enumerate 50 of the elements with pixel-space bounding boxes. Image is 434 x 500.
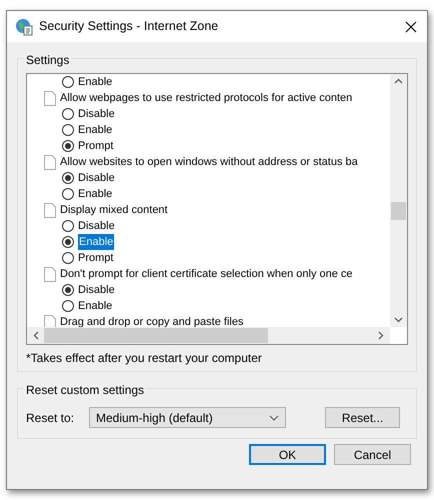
radio-button[interactable] bbox=[62, 108, 74, 120]
option-label[interactable]: Disable bbox=[78, 170, 115, 186]
dialog-button[interactable]: Cancel bbox=[334, 444, 411, 465]
option-label[interactable]: Enable bbox=[78, 74, 112, 90]
radio-button[interactable] bbox=[62, 140, 74, 152]
radio-button[interactable] bbox=[62, 300, 74, 312]
radio-button[interactable] bbox=[62, 252, 74, 264]
dialog-button[interactable]: OK bbox=[249, 444, 326, 465]
document-icon bbox=[44, 154, 56, 170]
reset-label: Reset to: bbox=[26, 410, 76, 426]
scroll-thumb[interactable] bbox=[44, 328, 268, 343]
radio-button[interactable] bbox=[62, 76, 74, 88]
scroll-down-icon[interactable] bbox=[394, 317, 403, 323]
window-title: Security Settings - Internet Zone bbox=[39, 18, 220, 36]
setting-label: Don't prompt for client certificate selection when only one ce bbox=[60, 266, 353, 282]
radio-button[interactable] bbox=[62, 236, 74, 248]
radio-button[interactable] bbox=[62, 284, 74, 296]
scroll-thumb[interactable] bbox=[391, 202, 406, 220]
document-icon bbox=[44, 202, 56, 218]
option-label[interactable]: Enable bbox=[78, 186, 112, 202]
setting-label: Display mixed content bbox=[60, 202, 168, 218]
setting-label: Allow webpages to use restricted protocols for active conten bbox=[60, 90, 352, 106]
option-label[interactable]: Disable bbox=[78, 106, 115, 122]
setting-label: Allow websites to open windows without address or status ba bbox=[60, 154, 358, 170]
option-label[interactable]: Enable bbox=[78, 122, 112, 138]
radio-button[interactable] bbox=[62, 220, 74, 232]
reset-dropdown[interactable]: Medium-high (default) bbox=[89, 407, 286, 428]
option-label[interactable]: Enable bbox=[78, 234, 114, 250]
close-icon[interactable] bbox=[405, 20, 417, 32]
scroll-right-icon[interactable] bbox=[378, 331, 384, 340]
radio-button[interactable] bbox=[62, 124, 74, 136]
setting-label: Drag and drop or copy and paste files bbox=[60, 314, 244, 327]
reset-button[interactable]: Reset... bbox=[325, 407, 400, 428]
caret-icon bbox=[269, 414, 279, 420]
document-icon bbox=[44, 90, 56, 106]
globe-icon bbox=[15, 18, 33, 36]
document-icon bbox=[44, 314, 56, 327]
option-label[interactable]: Enable bbox=[78, 298, 112, 314]
document-icon bbox=[44, 266, 56, 282]
option-label[interactable]: Prompt bbox=[78, 138, 114, 154]
restart-note: *Takes effect after you restart your computer bbox=[26, 350, 263, 367]
radio-button[interactable] bbox=[62, 172, 74, 184]
horizontal-scrollbar[interactable] bbox=[27, 327, 390, 344]
option-label[interactable]: Prompt bbox=[78, 250, 114, 266]
option-label[interactable]: Disable bbox=[78, 282, 115, 298]
vertical-scrollbar[interactable] bbox=[390, 74, 407, 327]
radio-button[interactable] bbox=[62, 188, 74, 200]
scroll-left-icon[interactable] bbox=[33, 331, 39, 340]
scroll-up-icon[interactable] bbox=[394, 78, 403, 84]
option-label[interactable]: Disable bbox=[78, 218, 115, 234]
